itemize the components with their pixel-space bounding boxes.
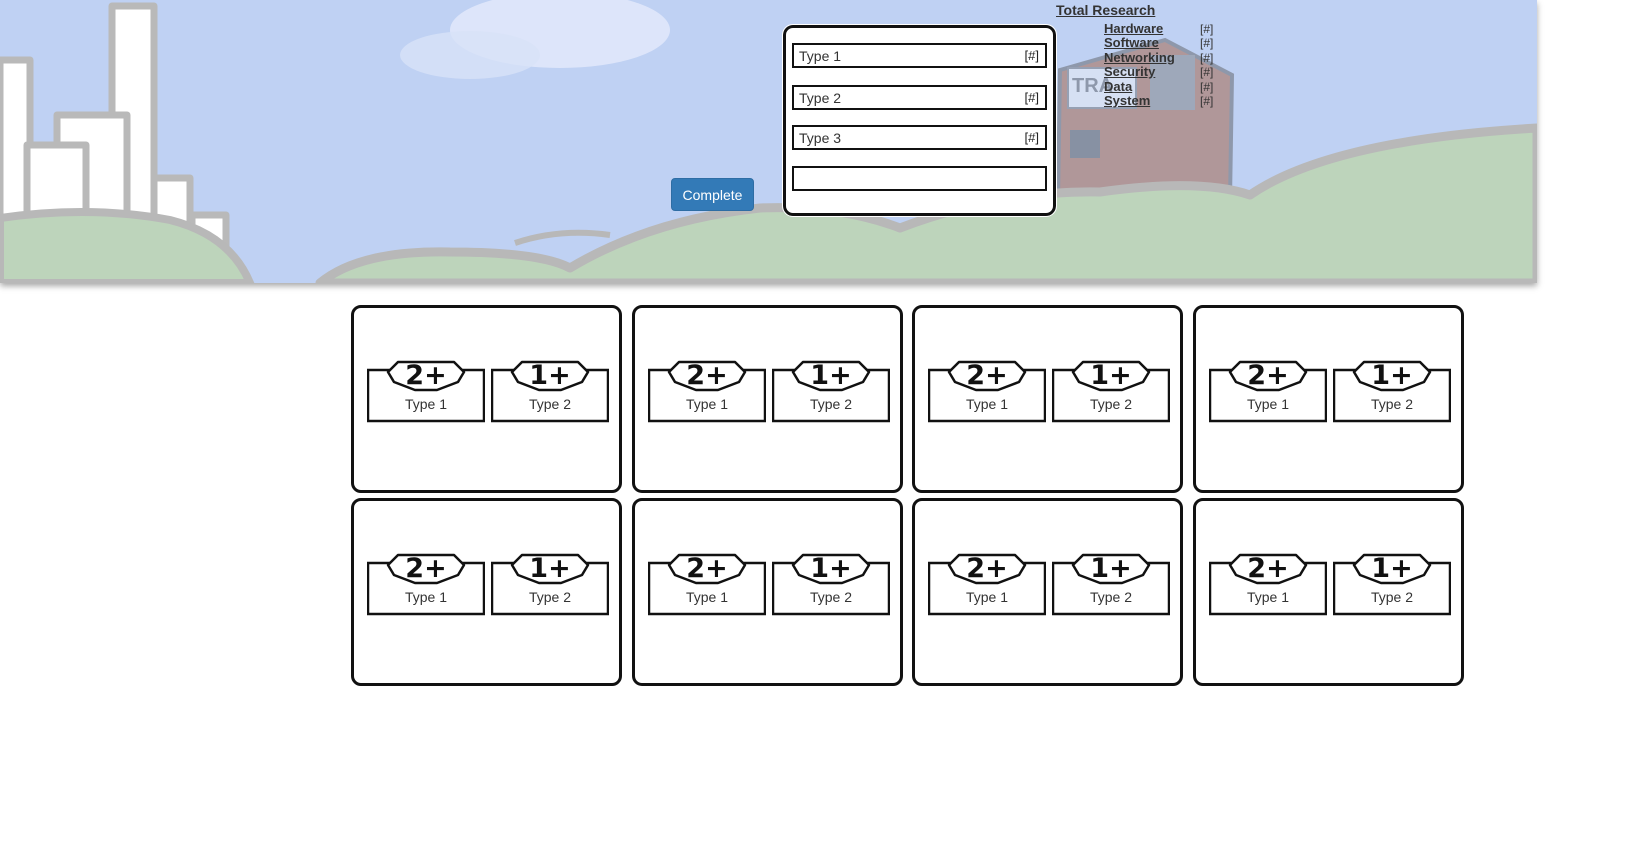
research-item-name[interactable]: Data bbox=[1104, 79, 1132, 94]
requirement-card[interactable]: 2+ Type 1 1+ Type 2 bbox=[912, 305, 1183, 493]
requirement-type-label: Type 2 bbox=[809, 589, 853, 605]
requirement-badge-left: 2+ Type 1 bbox=[367, 553, 485, 619]
type-row-2[interactable]: Type 2 [#] bbox=[792, 85, 1047, 110]
requirement-type-label: Type 2 bbox=[528, 396, 572, 412]
requirement-card[interactable]: 2+ Type 1 1+ Type 2 bbox=[1193, 498, 1464, 686]
requirement-badge-right: 1+ Type 2 bbox=[1333, 553, 1451, 619]
requirement-type-label: Type 2 bbox=[1089, 396, 1133, 412]
total-research-title[interactable]: Total Research bbox=[1056, 2, 1155, 18]
requirement-count: 2+ bbox=[966, 553, 1008, 584]
type-row-label: Type 3 bbox=[799, 129, 842, 146]
research-item-value: [#] bbox=[1200, 65, 1214, 79]
research-item-name[interactable]: Hardware bbox=[1104, 21, 1163, 36]
requirement-type-label: Type 1 bbox=[404, 396, 448, 412]
requirement-count: 2+ bbox=[1247, 360, 1289, 391]
city-background: TRA bbox=[0, 0, 1537, 283]
research-item-system: System [#] bbox=[1104, 93, 1254, 109]
requirement-type-label: Type 2 bbox=[1370, 589, 1414, 605]
requirement-type-label: Type 2 bbox=[1089, 589, 1133, 605]
requirement-card[interactable]: 2+ Type 1 1+ Type 2 bbox=[351, 305, 622, 493]
requirement-badge-left: 2+ Type 1 bbox=[1209, 553, 1327, 619]
requirement-count: 1+ bbox=[1090, 553, 1132, 584]
research-item-value: [#] bbox=[1200, 22, 1214, 36]
research-item-name[interactable]: Software bbox=[1104, 35, 1159, 50]
requirement-card[interactable]: 2+ Type 1 1+ Type 2 bbox=[912, 498, 1183, 686]
requirement-count: 2+ bbox=[686, 553, 728, 584]
requirement-card[interactable]: 2+ Type 1 1+ Type 2 bbox=[351, 498, 622, 686]
requirement-badge-right: 1+ Type 2 bbox=[491, 360, 609, 426]
type-row-label: Type 1 bbox=[799, 47, 842, 64]
requirement-badge-right: 1+ Type 2 bbox=[772, 360, 890, 426]
research-item-name[interactable]: Security bbox=[1104, 64, 1155, 79]
requirement-type-label: Type 1 bbox=[685, 589, 729, 605]
requirement-badge-right: 1+ Type 2 bbox=[1052, 553, 1170, 619]
type-row-1[interactable]: Type 1 [#] bbox=[792, 43, 1047, 68]
requirement-type-label: Type 2 bbox=[1370, 396, 1414, 412]
requirement-badge-right: 1+ Type 2 bbox=[772, 553, 890, 619]
research-item-security: Security [#] bbox=[1104, 64, 1254, 80]
requirement-badge-right: 1+ Type 2 bbox=[491, 553, 609, 619]
requirement-count: 2+ bbox=[966, 360, 1008, 391]
research-item-networking: Networking [#] bbox=[1104, 50, 1254, 66]
type-row-count: [#] bbox=[1024, 48, 1039, 63]
research-item-data: Data [#] bbox=[1104, 79, 1254, 95]
research-item-value: [#] bbox=[1200, 80, 1214, 94]
research-item-value: [#] bbox=[1200, 94, 1214, 108]
requirement-badge-right: 1+ Type 2 bbox=[1052, 360, 1170, 426]
requirement-badge-left: 2+ Type 1 bbox=[928, 360, 1046, 426]
requirement-type-label: Type 1 bbox=[404, 589, 448, 605]
requirement-count: 1+ bbox=[1371, 360, 1413, 391]
requirement-count: 1+ bbox=[529, 553, 571, 584]
type-panel: Type 1 [#] Type 2 [#] Type 3 [#] bbox=[782, 24, 1057, 217]
requirement-badge-left: 2+ Type 1 bbox=[648, 553, 766, 619]
requirement-count: 2+ bbox=[1247, 553, 1289, 584]
type-row-label: Type 2 bbox=[799, 89, 842, 106]
type-row-count: [#] bbox=[1024, 130, 1039, 145]
requirement-badge-left: 2+ Type 1 bbox=[367, 360, 485, 426]
requirement-card[interactable]: 2+ Type 1 1+ Type 2 bbox=[632, 305, 903, 493]
total-research-panel: Total Research Hardware [#] Software [#]… bbox=[1056, 2, 1246, 112]
research-item-value: [#] bbox=[1200, 51, 1214, 65]
type-row-count: [#] bbox=[1024, 90, 1039, 105]
requirement-count: 2+ bbox=[405, 553, 447, 584]
header-scene: TRA Complete Type 1 [#] Type 2 [#] Type … bbox=[0, 0, 1537, 283]
requirement-count: 1+ bbox=[1090, 360, 1132, 391]
research-item-software: Software [#] bbox=[1104, 35, 1254, 51]
requirement-count: 1+ bbox=[810, 360, 852, 391]
type-input-field[interactable] bbox=[792, 166, 1047, 191]
requirement-type-label: Type 1 bbox=[1246, 396, 1290, 412]
requirement-count: 1+ bbox=[1371, 553, 1413, 584]
research-item-name[interactable]: Networking bbox=[1104, 50, 1175, 65]
requirement-card[interactable]: 2+ Type 1 1+ Type 2 bbox=[632, 498, 903, 686]
requirement-type-label: Type 2 bbox=[809, 396, 853, 412]
requirement-type-label: Type 1 bbox=[965, 589, 1009, 605]
research-item-value: [#] bbox=[1200, 36, 1214, 50]
requirement-type-label: Type 1 bbox=[1246, 589, 1290, 605]
requirement-count: 2+ bbox=[686, 360, 728, 391]
requirement-type-label: Type 1 bbox=[685, 396, 729, 412]
requirement-badge-left: 2+ Type 1 bbox=[928, 553, 1046, 619]
requirement-badge-left: 2+ Type 1 bbox=[1209, 360, 1327, 426]
research-item-name[interactable]: System bbox=[1104, 93, 1150, 108]
requirement-card[interactable]: 2+ Type 1 1+ Type 2 bbox=[1193, 305, 1464, 493]
requirement-badge-right: 1+ Type 2 bbox=[1333, 360, 1451, 426]
type-row-3[interactable]: Type 3 [#] bbox=[792, 125, 1047, 150]
requirement-type-label: Type 2 bbox=[528, 589, 572, 605]
requirement-type-label: Type 1 bbox=[965, 396, 1009, 412]
research-item-hardware: Hardware [#] bbox=[1104, 21, 1254, 37]
requirement-count: 1+ bbox=[529, 360, 571, 391]
requirement-count: 2+ bbox=[405, 360, 447, 391]
requirement-count: 1+ bbox=[810, 553, 852, 584]
requirement-badge-left: 2+ Type 1 bbox=[648, 360, 766, 426]
complete-button[interactable]: Complete bbox=[671, 178, 754, 211]
